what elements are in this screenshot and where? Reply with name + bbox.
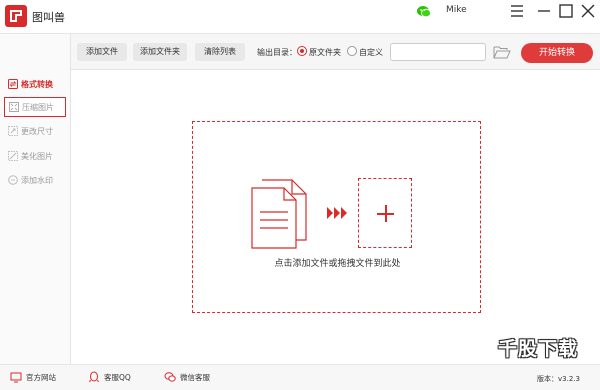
- title-bar: 图叫兽 Mike: [0, 0, 600, 34]
- sidebar-item-watermark[interactable]: 添加水印: [4, 170, 66, 190]
- source-folder-radio[interactable]: [297, 46, 307, 56]
- sidebar-item-label: 格式转换: [21, 79, 53, 89]
- add-file-button[interactable]: 添加文件: [77, 43, 127, 61]
- qq-support-link[interactable]: 客服QQ: [88, 371, 131, 383]
- start-convert-button[interactable]: 开始转换: [521, 43, 593, 63]
- wechat-label: 微信客服: [180, 372, 210, 382]
- custom-folder-label[interactable]: 自定义: [359, 47, 383, 58]
- add-file-plus-icon[interactable]: [358, 178, 412, 248]
- sidebar-item-label: 更改尺寸: [21, 126, 53, 136]
- sidebar-item-label: 压缩图片: [22, 102, 54, 112]
- sidebar: 格式转换 压缩图片 更改尺寸 美化图片 添加水印: [0, 34, 71, 364]
- qq-icon: [89, 371, 99, 383]
- watermark-icon: [8, 175, 18, 185]
- clear-list-button[interactable]: 清除列表: [195, 43, 245, 61]
- toolbar: 添加文件 添加文件夹 清除列表 输出目录： 原文件夹 自定义 开始转换: [71, 34, 600, 70]
- document-icon: [250, 178, 310, 250]
- wechat-support-link[interactable]: 微信客服: [164, 371, 210, 383]
- minimize-icon[interactable]: [534, 1, 554, 21]
- folder-open-icon[interactable]: [493, 45, 511, 59]
- qq-label: 客服QQ: [104, 372, 131, 382]
- site-watermark: 千股下载: [498, 338, 579, 360]
- sidebar-item-format-convert[interactable]: 格式转换: [4, 74, 66, 94]
- custom-folder-radio[interactable]: [347, 46, 357, 56]
- convert-icon: [8, 79, 18, 89]
- official-website-link[interactable]: 官方网站: [10, 371, 56, 383]
- output-dir-label: 输出目录：: [257, 48, 297, 57]
- website-label: 官方网站: [26, 372, 56, 382]
- sidebar-item-beautify[interactable]: 美化图片: [4, 146, 66, 166]
- beautify-icon: [8, 151, 18, 161]
- add-folder-button[interactable]: 添加文件夹: [133, 43, 187, 61]
- maximize-icon[interactable]: [556, 1, 576, 21]
- home-icon: [10, 372, 22, 383]
- sidebar-item-label: 美化图片: [21, 151, 53, 161]
- app-logo-icon: [5, 5, 27, 27]
- menu-icon[interactable]: [507, 1, 527, 21]
- resize-icon: [8, 126, 18, 136]
- version-label: 版本：v3.2.3: [537, 375, 580, 383]
- wechat-icon[interactable]: [416, 3, 432, 19]
- app-title: 图叫兽: [32, 11, 65, 24]
- file-drop-zone[interactable]: 点击添加文件或拖拽文件到此处: [192, 121, 481, 313]
- arrow-right-icon: [327, 207, 349, 219]
- wechat-support-icon: [164, 372, 176, 382]
- drop-hint: 点击添加文件或拖拽文件到此处: [274, 259, 401, 269]
- sidebar-item-resize[interactable]: 更改尺寸: [4, 121, 66, 141]
- user-name[interactable]: Mike: [446, 5, 467, 15]
- sidebar-item-label: 添加水印: [21, 175, 53, 185]
- sidebar-item-compress[interactable]: 压缩图片: [4, 97, 66, 117]
- output-path-input[interactable]: [390, 43, 486, 61]
- source-folder-label[interactable]: 原文件夹: [309, 47, 341, 58]
- compress-icon: [9, 102, 19, 112]
- status-bar: 官方网站 客服QQ 微信客服 版本：v3.2.3: [0, 364, 600, 390]
- close-icon[interactable]: [578, 1, 598, 21]
